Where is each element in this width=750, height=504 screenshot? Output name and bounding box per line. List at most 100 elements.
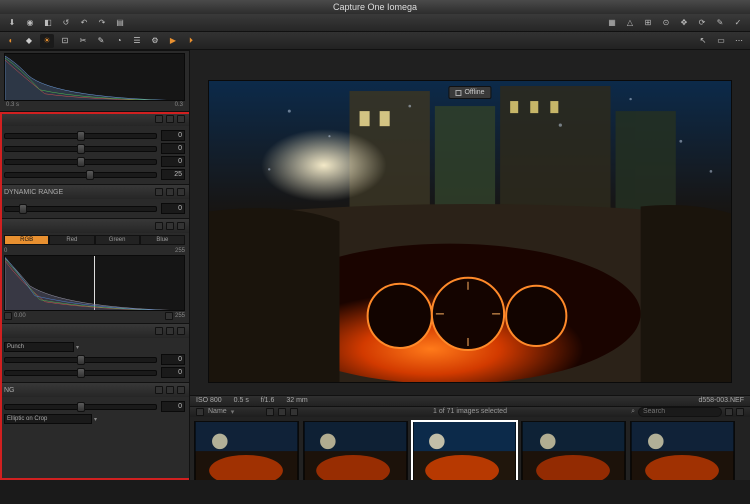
tool-tabs: ◐ ◆ ☀ ⊡ ✂ ✎ ◔ ☰ ⚙ ▶ ⏵ ↖ ▭ ⋯ [0,32,750,50]
filter-misc-icon[interactable] [290,408,298,416]
thumb-item[interactable]: ★★★★★ⓘ d558-005.NEF [630,421,735,480]
tab-metadata-icon[interactable]: ☰ [130,34,144,48]
levels-tab-rgb[interactable]: RGB [4,235,49,245]
tab-library-icon[interactable]: ◐ [4,34,18,48]
levels-out-white[interactable]: 255 [175,248,185,254]
preset-icon[interactable] [166,386,174,394]
thumb-item[interactable]: ★★★★★ⓘ d558-001.NEF [194,421,299,480]
reset-icon[interactable] [155,188,163,196]
hdr-slider[interactable] [4,206,157,212]
menu-icon[interactable] [177,386,185,394]
preset-icon[interactable] [166,222,174,230]
grid-view-icon[interactable]: ▦ [606,17,618,29]
tab-crop-icon[interactable]: ✂ [76,34,90,48]
tab-process-icon[interactable]: ⏵ [184,34,198,48]
levels-tab-green[interactable]: Green [95,235,140,245]
offline-label: Offline [464,89,484,96]
thumb-size-icon[interactable] [736,408,744,416]
hdr-value[interactable]: 0 [161,203,185,214]
view-mode-icon[interactable] [725,408,733,416]
filter-rating-icon[interactable] [266,408,274,416]
black-picker-icon[interactable] [4,312,12,320]
sort-icon[interactable] [196,408,204,416]
reset-icon[interactable] [155,327,163,335]
levels-channel-tabs: RGB Red Green Blue [4,235,185,245]
white-picker-icon[interactable] [165,312,173,320]
hdr-panel: DYNAMIC RANGE 0 [0,184,189,218]
selection-info: 1 of 71 images selected [433,408,507,415]
grid-overlay-icon[interactable]: ⊞ [642,17,654,29]
zoom-icon[interactable]: ⊙ [660,17,672,29]
contrast-value[interactable]: 0 [161,143,185,154]
import-icon[interactable]: ⬇ [6,17,18,29]
meta-filename: d558-003.NEF [698,397,744,404]
pan-icon[interactable]: ✥ [678,17,690,29]
search-icon: ⌕ [631,408,635,416]
reset-icon[interactable] [155,222,163,230]
tab-lens-icon[interactable]: ⊡ [58,34,72,48]
reset-icon[interactable] [155,115,163,123]
menu-icon[interactable] [177,327,185,335]
undo-icon[interactable]: ↶ [78,17,90,29]
exposure-axis-min: 0.3 s [6,102,19,108]
contrast-slider[interactable] [4,146,157,152]
tab-output-icon[interactable]: ⚙ [148,34,162,48]
sort-label[interactable]: Name [208,408,227,415]
reset-icon[interactable]: ↺ [60,17,72,29]
levels-in-white[interactable]: 255 [175,313,185,319]
filter-color-icon[interactable] [278,408,286,416]
levels-histogram [4,255,185,311]
search-input[interactable] [638,407,722,417]
menu-icon[interactable]: ⋯ [732,34,746,48]
levels-in-black[interactable]: 0.00 [14,313,26,319]
exposure-sliders-panel: 0 0 0 25 [0,111,189,184]
saturation-slider[interactable] [4,172,157,178]
process-icon[interactable]: ✓ [732,17,744,29]
levels-panel: RGB Red Green Blue 0 255 [0,218,189,323]
preset-icon[interactable] [166,188,174,196]
tab-details-icon[interactable]: ✎ [94,34,108,48]
exposure-value[interactable]: 0 [161,130,185,141]
tab-exposure-icon[interactable]: ☀ [40,34,54,48]
meta-focal: 32 mm [286,397,307,404]
image-viewport[interactable]: Offline [190,50,750,395]
thumb-item[interactable]: ★★★★★ⓘ d558-004.NEF [521,421,626,480]
tab-color-icon[interactable]: ◆ [22,34,36,48]
thumb-item[interactable]: ★★★★★ⓘ d558-002.NEF [303,421,408,480]
menu-icon[interactable] [177,188,185,196]
tab-batch-icon[interactable]: ▶ [166,34,180,48]
thumb-item[interactable]: ★★★★★ⓘ d558-003.NEF [412,421,517,480]
thumbnail-browser[interactable]: ★★★★★ⓘ d558-001.NEF ★★★★★ⓘ d558-002.NEF … [190,417,750,480]
exposure-slider[interactable] [4,133,157,139]
vignette-slider[interactable] [4,404,157,410]
preset-icon[interactable] [166,327,174,335]
preset-icon[interactable] [166,115,174,123]
clarity-slider[interactable] [4,357,157,363]
redo-icon[interactable]: ↷ [96,17,108,29]
structure-value[interactable]: 0 [161,367,185,378]
exposure-axis-max: 0.3 [175,102,183,108]
reset-icon[interactable] [155,386,163,394]
brightness-slider[interactable] [4,159,157,165]
clarity-value[interactable]: 0 [161,354,185,365]
rotate-icon[interactable]: ⟳ [696,17,708,29]
brightness-value[interactable]: 0 [161,156,185,167]
vignette-value[interactable]: 0 [161,401,185,412]
variant-icon[interactable]: ◧ [42,17,54,29]
menu-icon[interactable] [177,222,185,230]
capture-icon[interactable]: ◉ [24,17,36,29]
structure-slider[interactable] [4,370,157,376]
edit-icon[interactable]: ✎ [714,17,726,29]
tab-local-icon[interactable]: ◔ [112,34,126,48]
levels-tab-blue[interactable]: Blue [140,235,185,245]
copy-icon[interactable]: ▤ [114,17,126,29]
highlight-warning-icon[interactable]: △ [624,17,636,29]
cursor-icon[interactable]: ↖ [696,34,710,48]
window-icon[interactable]: ▭ [714,34,728,48]
vignette-method-dropdown[interactable]: Elliptic on Crop [4,414,92,424]
levels-out-black[interactable]: 0 [4,248,7,254]
saturation-value[interactable]: 25 [161,169,185,180]
clarity-method-dropdown[interactable]: Punch [4,342,74,352]
menu-icon[interactable] [177,115,185,123]
levels-tab-red[interactable]: Red [49,235,94,245]
